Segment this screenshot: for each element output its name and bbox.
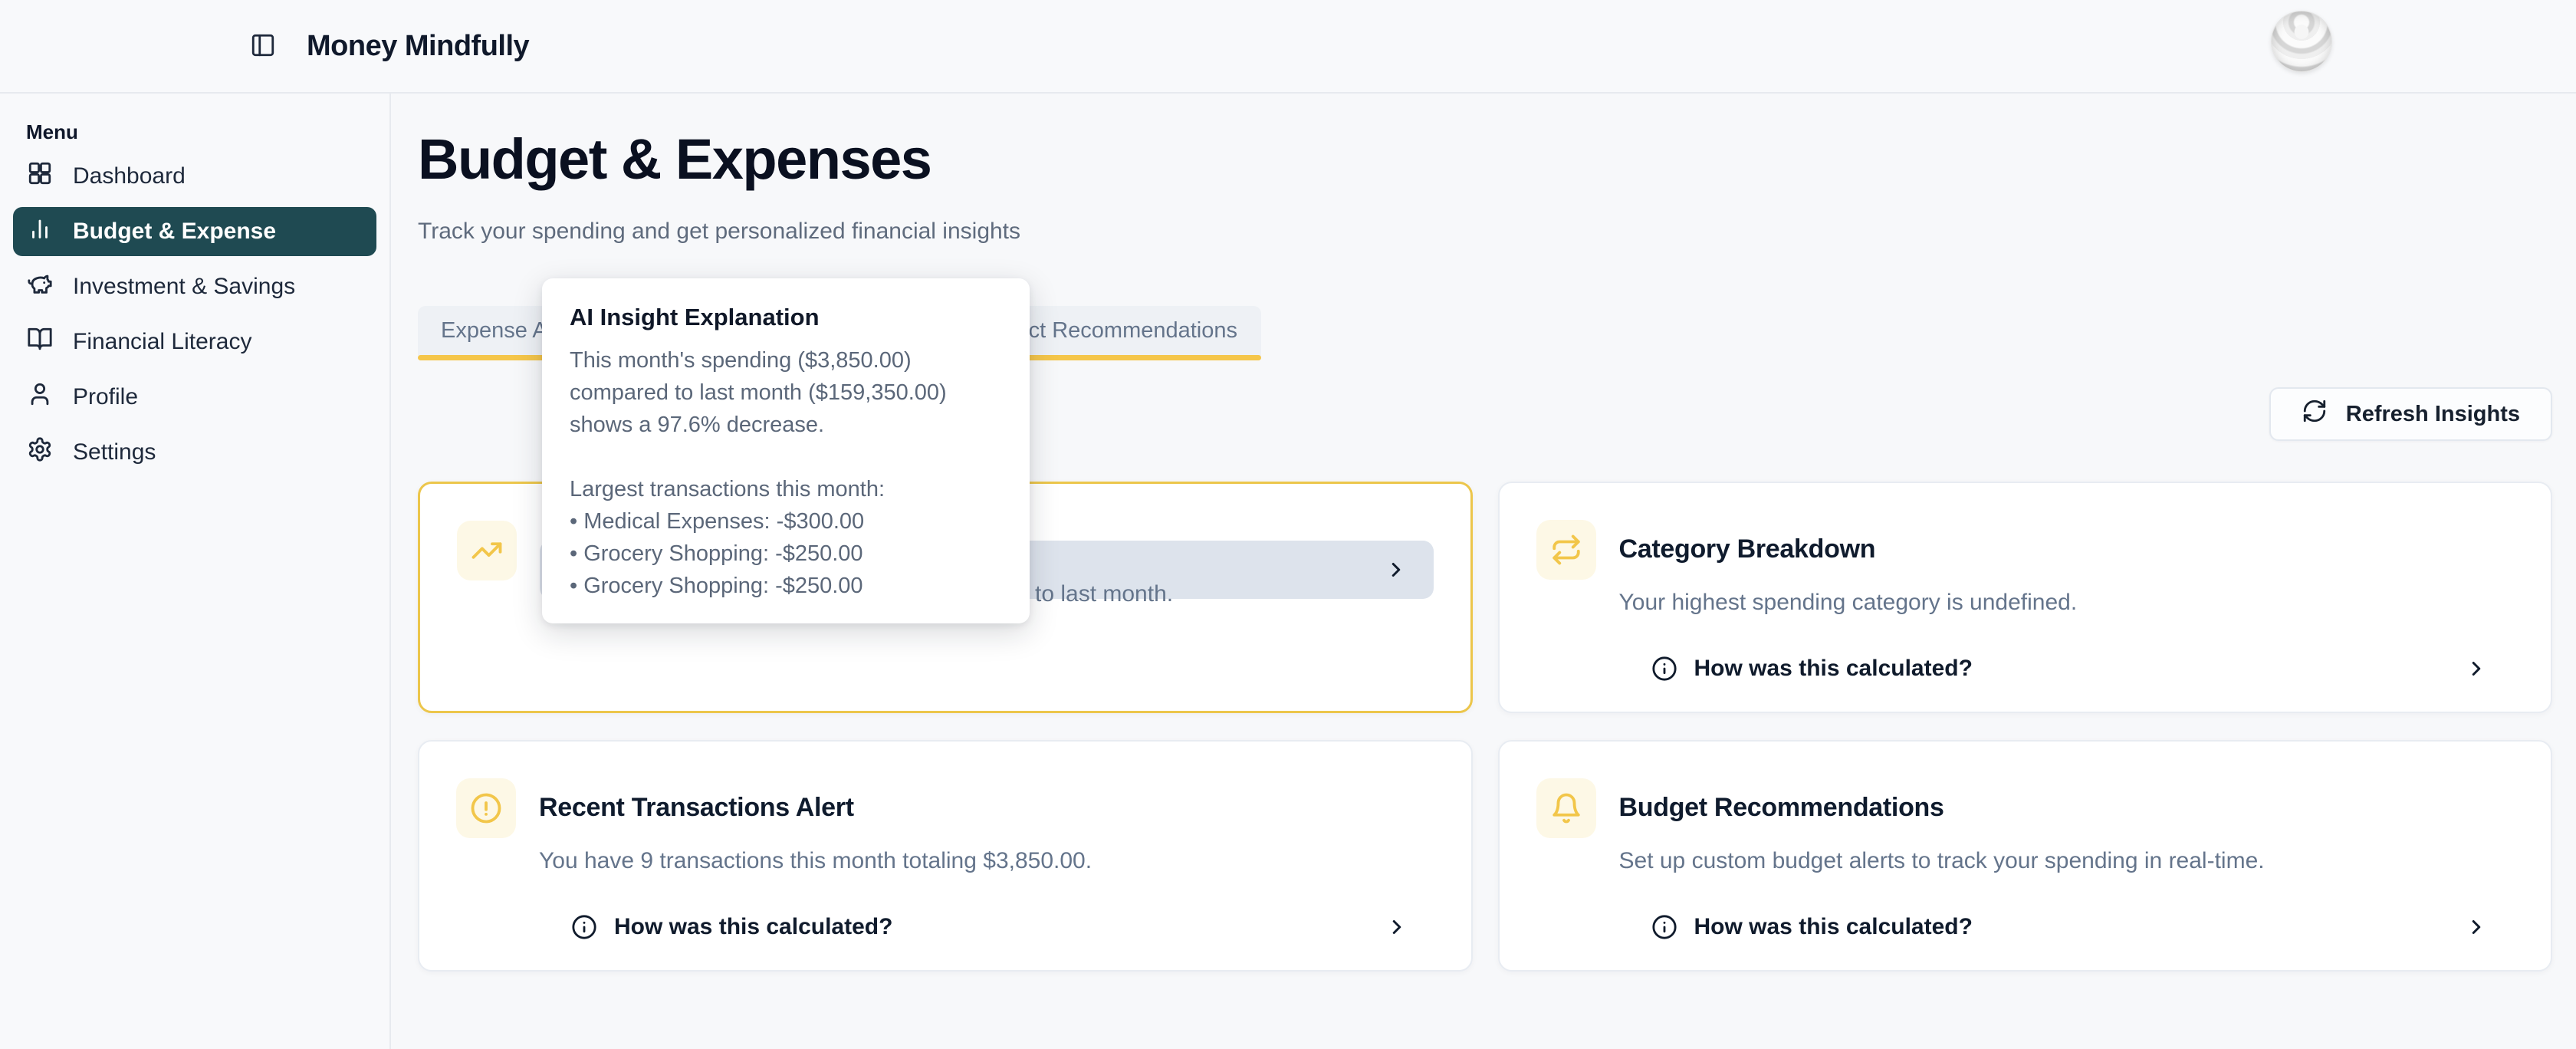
sidebar-item-label: Budget & Expense [73, 219, 276, 245]
tooltip-title: AI Insight Explanation [570, 303, 1002, 332]
sidebar-item-dashboard[interactable]: Dashboard [13, 152, 376, 201]
sidebar-item-label: Profile [73, 384, 138, 410]
info-icon [1651, 914, 1677, 940]
sidebar-item-label: Settings [73, 439, 156, 465]
sidebar-item-label: Dashboard [73, 163, 186, 189]
sidebar: Menu Dashboard Budget & Expense Investme… [0, 94, 391, 1049]
tab-expense-analysis[interactable]: Expense A [441, 306, 547, 355]
card-title: Budget Recommendations [1619, 789, 2515, 826]
chevron-right-icon [1385, 558, 1408, 581]
card-subtitle: You have 9 transactions this month total… [539, 844, 1434, 878]
how-calculated-label: How was this calculated? [1694, 914, 1973, 940]
sidebar-toggle-button[interactable] [250, 32, 276, 61]
app-title: Money Mindfully [307, 30, 529, 63]
sidebar-item-label: Financial Literacy [73, 329, 251, 355]
insight-card-category-breakdown: Category Breakdown Your highest spending… [1498, 482, 2553, 713]
card-subtitle: Your highest spending category is undefi… [1619, 586, 2515, 620]
sidebar-item-label: Investment & Savings [73, 274, 295, 300]
bell-icon [1536, 778, 1596, 838]
dashboard-grid-icon [27, 160, 53, 192]
card-subtitle: Set up custom budget alerts to track you… [1619, 844, 2515, 878]
tooltip-body: This month's spending ($3,850.00) compar… [570, 344, 1002, 602]
sidebar-item-investment-savings[interactable]: Investment & Savings [13, 262, 376, 311]
sidebar-item-budget-expense[interactable]: Budget & Expense [13, 207, 376, 256]
how-calculated-button[interactable]: How was this calculated? [539, 898, 1434, 956]
chevron-right-icon [2465, 916, 2488, 939]
chevron-right-icon [1385, 916, 1408, 939]
page-subtitle: Track your spending and get personalized… [418, 215, 2552, 248]
sidebar-item-profile[interactable]: Profile [13, 373, 376, 422]
sidebar-nav: Dashboard Budget & Expense Investment & … [0, 152, 389, 477]
how-calculated-label: How was this calculated? [614, 914, 892, 940]
card-title: Recent Transactions Alert [539, 789, 1434, 826]
app-root: Money Mindfully Menu Dashboard Budget & … [0, 0, 2576, 1049]
repeat-icon [1536, 520, 1596, 580]
refresh-icon [2302, 398, 2328, 430]
sidebar-item-settings[interactable]: Settings [13, 428, 376, 477]
insight-card-budget-recommendations: Budget Recommendations Set up custom bud… [1498, 740, 2553, 972]
refresh-insights-button[interactable]: Refresh Insights [2269, 387, 2552, 441]
sidebar-item-financial-literacy[interactable]: Financial Literacy [13, 317, 376, 367]
sidebar-menu-label: Menu [26, 118, 389, 146]
piggy-bank-icon [27, 271, 53, 303]
user-avatar[interactable] [2271, 11, 2332, 72]
chevron-right-icon [2465, 657, 2488, 680]
how-calculated-button[interactable]: How was this calculated? [1619, 898, 2515, 956]
app-header: Money Mindfully [0, 0, 2576, 94]
insight-card-recent-transactions: Recent Transactions Alert You have 9 tra… [418, 740, 1473, 972]
info-icon [1651, 656, 1677, 682]
page-title: Budget & Expenses [418, 127, 2552, 192]
panel-left-icon [250, 32, 276, 61]
how-calculated-label: How was this calculated? [1694, 656, 1973, 682]
info-icon [571, 914, 597, 940]
user-icon [27, 381, 53, 413]
card-subtitle-visible-fragment: to last month. [1035, 577, 1173, 611]
refresh-insights-label: Refresh Insights [2346, 402, 2520, 427]
gear-icon [27, 436, 53, 469]
alert-circle-icon [456, 778, 516, 838]
trending-up-icon [457, 521, 517, 580]
bar-chart-icon [27, 215, 53, 248]
how-calculated-button[interactable]: How was this calculated? [1619, 640, 2515, 698]
card-title: Category Breakdown [1619, 531, 2515, 567]
ai-insight-tooltip: AI Insight Explanation This month's spen… [542, 278, 1030, 623]
book-open-icon [27, 326, 53, 358]
tab-product-recommendations[interactable]: ct Recommendations [1029, 306, 1237, 355]
